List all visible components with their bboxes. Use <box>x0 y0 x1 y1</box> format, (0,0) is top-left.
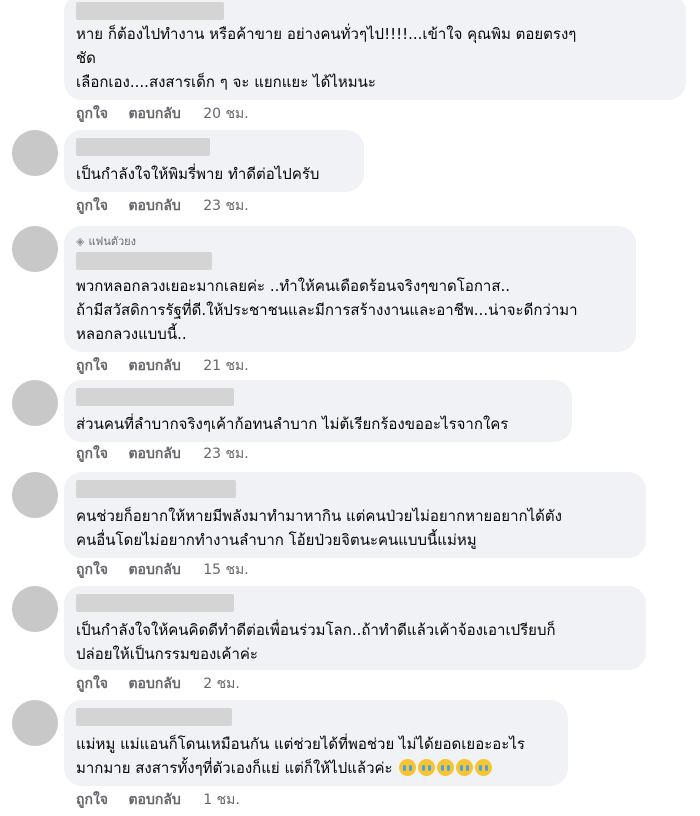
comment-bubble: ส่วนคนที่ลำบากจริงๆเค้าก้อทนลำบาก ไม่ต้เ… <box>64 380 572 442</box>
comment-bubble: คนช่วยก็อยากให้หายมีพลังมาทำมาหากิน แต่ค… <box>64 472 646 558</box>
comment-text: เป็นกำลังใจให้คนคิดดีทำดีต่อเพื่อนร่วมโล… <box>76 621 556 663</box>
comment-text: พวกหลอกลวงเยอะมากเลยค่ะ ..ทำให้คนเดือดร้… <box>76 277 578 343</box>
crying-face-icon <box>475 759 493 776</box>
commenter-name-redacted[interactable] <box>76 594 234 612</box>
comment-bubble: แม่หมู แม่แอนก็โดนเหมือนกัน แต่ช่วยได้ที… <box>64 700 568 786</box>
crying-face-icon <box>399 759 417 776</box>
comment-text: หาย ก็ต้องไปทำงาน หรือค้าขาย อย่างคนทั่ว… <box>76 25 577 91</box>
comment-bubble: เป็นกำลังใจให้คนคิดดีทำดีต่อเพื่อนร่วมโล… <box>64 586 646 670</box>
comment-bubble: เป็นกำลังใจให้พิมรี่พาย ทำดีต่อไปครับ <box>64 130 364 192</box>
like-button[interactable]: ถูกใจ <box>76 676 108 692</box>
avatar[interactable] <box>12 226 58 272</box>
comment-timestamp[interactable]: 1 ชม. <box>203 792 240 808</box>
comment-timestamp[interactable]: 15 ชม. <box>203 562 248 578</box>
comment-actions: ถูกใจ ตอบกลับ 23 ชม. <box>76 444 249 464</box>
like-button[interactable]: ถูกใจ <box>76 446 108 462</box>
reply-button[interactable]: ตอบกลับ <box>128 792 180 808</box>
emoji-group <box>393 759 493 777</box>
comment-actions: ถูกใจ ตอบกลับ 2 ชม. <box>76 674 240 694</box>
reply-button[interactable]: ตอบกลับ <box>128 358 180 374</box>
top-fan-badge: ◈ แฟนตัวยง <box>76 234 624 250</box>
badge-label: แฟนตัวยง <box>88 235 137 248</box>
comment-text: แม่หมู แม่แอนก็โดนเหมือนกัน แต่ช่วยได้ที… <box>76 732 556 780</box>
like-button[interactable]: ถูกใจ <box>76 358 108 374</box>
comment-timestamp[interactable]: 2 ชม. <box>203 676 240 692</box>
comment-actions: ถูกใจ ตอบกลับ 1 ชม. <box>76 790 240 810</box>
comment-timestamp[interactable]: 23 ชม. <box>203 446 248 462</box>
comment-actions: ถูกใจ ตอบกลับ 23 ชม. <box>76 196 249 216</box>
like-button[interactable]: ถูกใจ <box>76 106 108 122</box>
comment-bubble: ◈ แฟนตัวยง พวกหลอกลวงเยอะมากเลยค่ะ ..ทำให… <box>64 226 636 352</box>
comment-actions: ถูกใจ ตอบกลับ 20 ชม. <box>76 104 249 124</box>
comment-text: เป็นกำลังใจให้พิมรี่พาย ทำดีต่อไปครับ <box>76 165 320 183</box>
like-button[interactable]: ถูกใจ <box>76 562 108 578</box>
comment-timestamp[interactable]: 23 ชม. <box>203 198 248 214</box>
reply-button[interactable]: ตอบกลับ <box>128 198 180 214</box>
commenter-name-redacted[interactable] <box>76 480 236 498</box>
reply-button[interactable]: ตอบกลับ <box>128 106 180 122</box>
reply-button[interactable]: ตอบกลับ <box>128 676 180 692</box>
crying-face-icon <box>418 759 436 776</box>
like-button[interactable]: ถูกใจ <box>76 198 108 214</box>
commenter-name-redacted[interactable] <box>76 252 212 270</box>
avatar[interactable] <box>12 586 58 632</box>
comment-timestamp[interactable]: 20 ชม. <box>203 106 248 122</box>
avatar[interactable] <box>12 472 58 518</box>
crying-face-icon <box>456 759 474 776</box>
commenter-name-redacted[interactable] <box>76 2 224 20</box>
diamond-icon: ◈ <box>76 235 85 248</box>
avatar[interactable] <box>12 380 58 426</box>
commenter-name-redacted[interactable] <box>76 388 234 406</box>
commenter-name-redacted[interactable] <box>76 708 232 726</box>
comment-bubble: หาย ก็ต้องไปทำงาน หรือค้าขาย อย่างคนทั่ว… <box>64 0 686 100</box>
reply-button[interactable]: ตอบกลับ <box>128 562 180 578</box>
comment-actions: ถูกใจ ตอบกลับ 21 ชม. <box>76 356 249 376</box>
commenter-name-redacted[interactable] <box>76 138 210 156</box>
comment-text: คนช่วยก็อยากให้หายมีพลังมาทำมาหากิน แต่ค… <box>76 507 562 549</box>
avatar[interactable] <box>12 130 58 176</box>
comment-text: ส่วนคนที่ลำบากจริงๆเค้าก้อทนลำบาก ไม่ต้เ… <box>76 415 509 433</box>
reply-button[interactable]: ตอบกลับ <box>128 446 180 462</box>
comment-timestamp[interactable]: 21 ชม. <box>203 358 248 374</box>
like-button[interactable]: ถูกใจ <box>76 792 108 808</box>
avatar[interactable] <box>12 700 58 746</box>
comment-actions: ถูกใจ ตอบกลับ 15 ชม. <box>76 560 249 580</box>
crying-face-icon <box>437 759 455 776</box>
